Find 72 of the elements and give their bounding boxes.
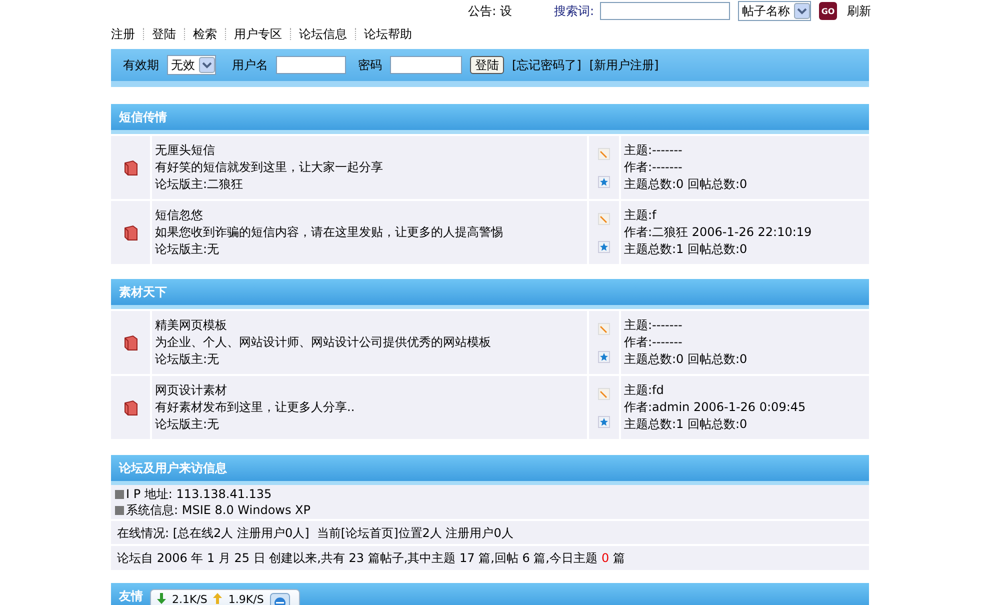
forum-title-link[interactable]: 短信忽悠 — [155, 207, 203, 224]
forum-moderator: 论坛版主:无 — [155, 241, 220, 258]
download-arrow-icon — [157, 593, 166, 604]
expiry-label: 有效期 — [123, 56, 159, 74]
star-icon — [598, 416, 610, 428]
nav-link[interactable]: 论坛信息 — [299, 26, 347, 42]
section-header: 论坛及用户来访信息 — [111, 455, 869, 485]
expiry-select[interactable]: 无效 — [167, 55, 216, 75]
login-link[interactable]: [忘记密码了] — [512, 56, 582, 74]
forum-counts: 主题总数:1 回帖总数:0 — [624, 416, 748, 433]
forum-title-link[interactable]: 网页设计素材 — [155, 382, 227, 399]
folder-icon — [124, 224, 138, 240]
nav-link[interactable]: 论坛帮助 — [364, 26, 412, 42]
today-topic-count: 0 — [601, 550, 610, 566]
forum-description: 如果您收到诈骗的短信内容，请在这里发贴，让更多的人提高警惕 — [155, 224, 503, 241]
last-topic: 主题:fd — [624, 382, 664, 399]
system-info: 系统信息: MSIE 8.0 Windows XP — [126, 502, 310, 518]
forum-description: 有好素材发布到这里，让更多人分享.. — [155, 399, 355, 416]
star-icon — [598, 176, 610, 188]
forum-counts: 主题总数:0 回帖总数:0 — [624, 176, 748, 193]
forum-stats: 论坛自 2006 年 1 月 25 日 创建以来,共有 23 篇帖子,其中主题 17 篇,回帖 6 篇,今日主题 — [117, 550, 598, 566]
pencil-icon — [598, 148, 610, 160]
star-icon — [598, 240, 610, 252]
folder-icon — [124, 334, 138, 350]
forum-counts: 主题总数:0 回帖总数:0 — [624, 351, 748, 368]
forum-moderator: 论坛版主:无 — [155, 416, 220, 433]
forum-description: 有好笑的短信就发到这里，让大家一起分享 — [155, 159, 383, 176]
announcement: 公告: 设 — [468, 2, 512, 20]
nav-link[interactable]: 登陆 — [152, 26, 176, 42]
online-status: 在线情况: [总在线2人 注册用户0人] 当前[论坛首页]位置2人 注册用户0人 — [117, 524, 514, 540]
pencil-icon — [598, 212, 610, 224]
last-author: 作者:admin 2006-1-26 0:09:45 — [624, 399, 806, 416]
last-author: 作者:------- — [624, 159, 682, 176]
forum-moderator: 论坛版主:二狼狂 — [155, 176, 244, 193]
folder-icon — [124, 400, 138, 416]
last-author: 作者:------- — [624, 334, 682, 351]
section-header: 短信传情 — [111, 104, 869, 134]
last-topic: 主题:------- — [624, 142, 682, 159]
search-scope-select[interactable]: 帖子名称 — [738, 1, 811, 21]
section-header: 素材天下 — [111, 279, 869, 309]
refresh-link[interactable]: 刷新 — [847, 2, 871, 20]
download-speed: 2.1K/S — [172, 593, 208, 605]
nav-link[interactable]: 用户专区 — [234, 26, 282, 42]
forum-title-link[interactable]: 精美网页模板 — [155, 317, 227, 334]
upload-arrow-icon — [213, 593, 222, 604]
nav-link[interactable]: 检索 — [193, 26, 217, 42]
password-label: 密码 — [358, 56, 382, 74]
forum-title-link[interactable]: 无厘头短信 — [155, 142, 215, 159]
search-field[interactable] — [600, 2, 730, 20]
bullet-icon — [115, 506, 124, 514]
password-field[interactable] — [390, 56, 462, 74]
pencil-icon — [598, 322, 610, 334]
username-label: 用户名 — [232, 56, 268, 74]
upload-speed: 1.9K/S — [228, 593, 264, 605]
star-icon — [598, 350, 610, 362]
go-button[interactable]: GO — [819, 2, 837, 20]
last-topic: 主题:f — [624, 207, 656, 224]
ip-address: I P 地址: 113.138.41.135 — [126, 486, 272, 502]
nav-link[interactable]: 注册 — [111, 26, 135, 42]
last-topic: 主题:------- — [624, 317, 682, 334]
last-author: 作者:二狼狂 2006-1-26 22:10:19 — [624, 224, 812, 241]
bullet-icon — [115, 490, 124, 498]
login-button[interactable]: 登陆 — [470, 56, 504, 74]
login-link[interactable]: [新用户注册] — [589, 56, 659, 74]
forum-moderator: 论坛版主:无 — [155, 351, 220, 368]
forum-description: 为企业、个人、网站设计师、网站设计公司提供优秀的网站模板 — [155, 334, 491, 351]
folder-icon — [124, 160, 138, 176]
forum-counts: 主题总数:1 回帖总数:0 — [624, 241, 748, 258]
stats-unit: 篇 — [613, 550, 626, 566]
username-field[interactable] — [276, 56, 346, 74]
pencil-icon — [598, 388, 610, 400]
search-label: 搜索词: — [554, 2, 594, 20]
